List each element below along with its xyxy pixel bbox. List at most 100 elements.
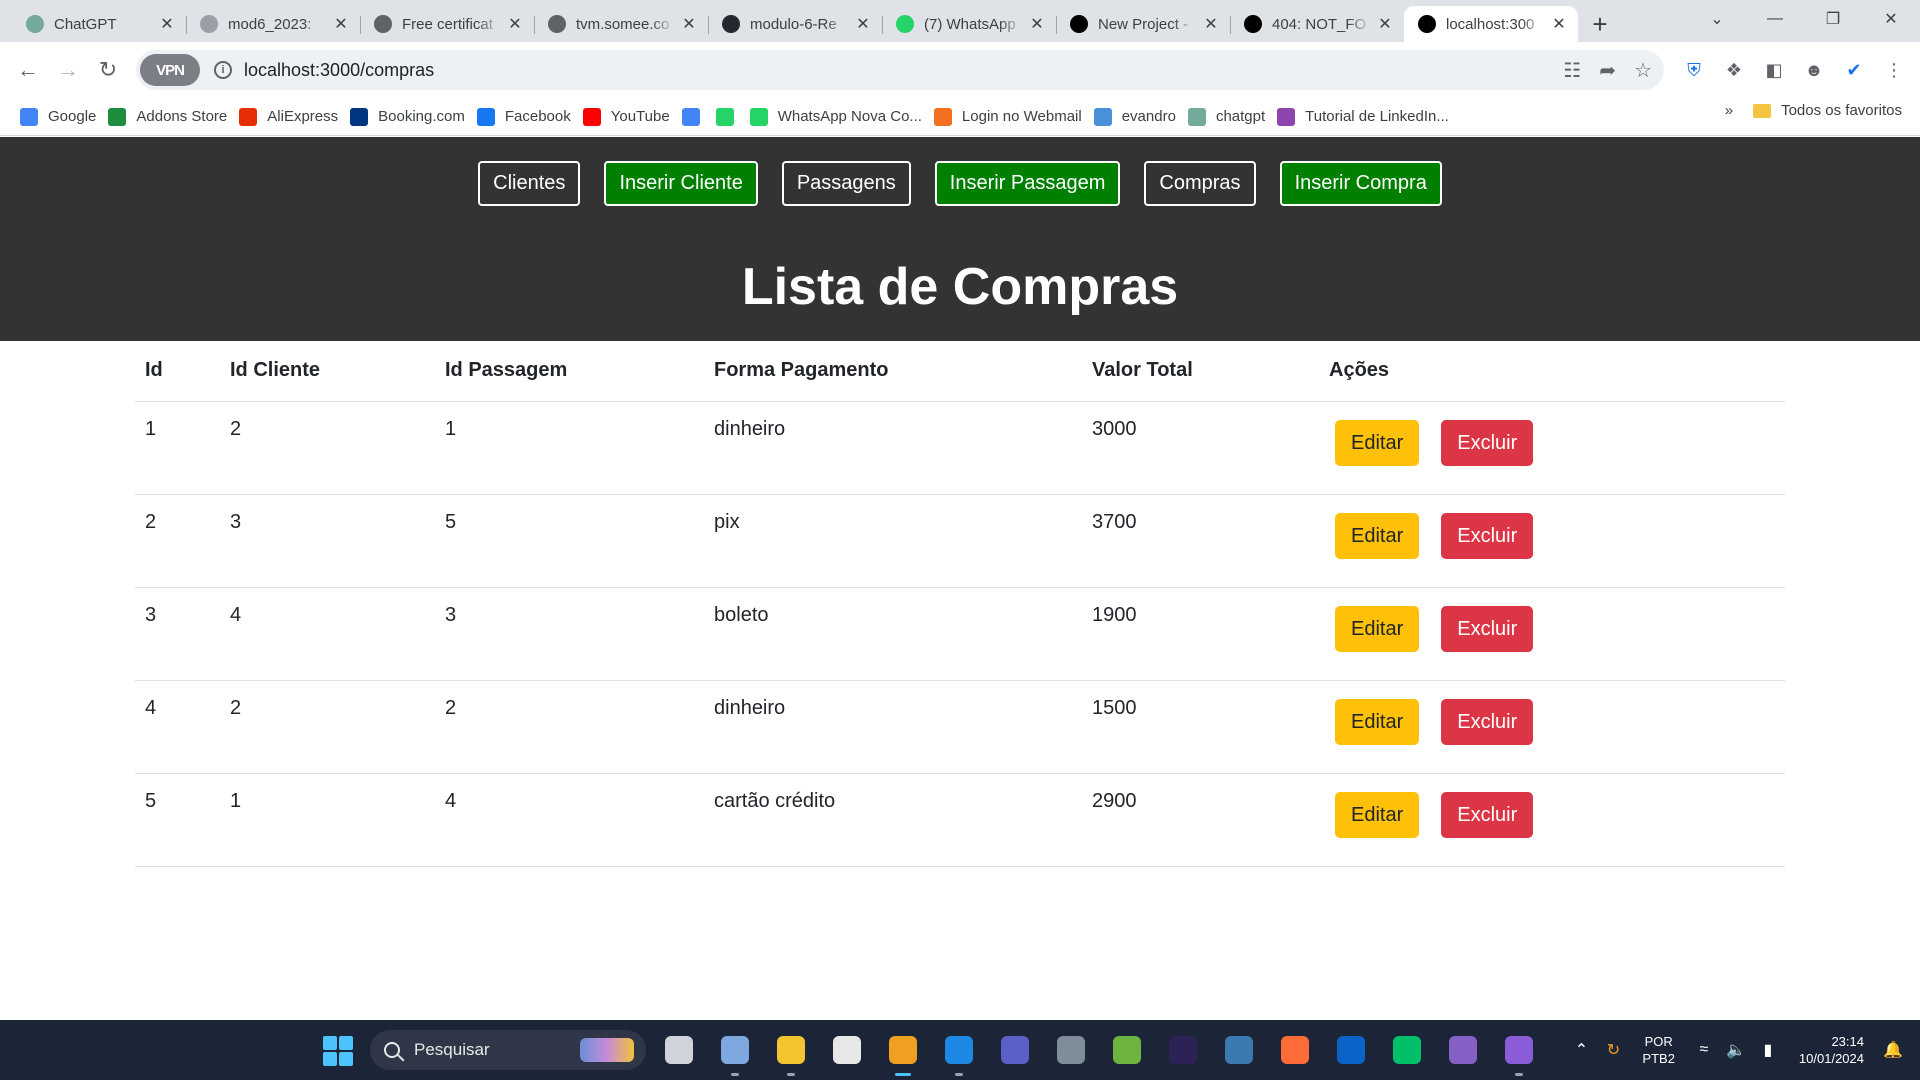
delete-button[interactable]: Excluir [1441,419,1534,466]
close-icon[interactable]: ✕ [1376,14,1394,34]
new-tab-button[interactable]: + [1582,6,1618,42]
bookmark-item[interactable]: WhatsApp Nova Co... [748,102,932,132]
delete-button[interactable]: Excluir [1441,512,1534,559]
bookmark-item[interactable]: Login no Webmail [932,102,1092,132]
bookmark-item[interactable]: AliExpress [237,102,348,132]
close-icon[interactable]: ✕ [158,14,176,34]
bookmark-item[interactable]: Google [18,102,106,132]
bookmarks-overflow-button[interactable]: » [1725,102,1733,119]
bookmark-item[interactable]: Addons Store [106,102,237,132]
close-icon[interactable]: ✕ [332,14,350,34]
nav-link-compras[interactable]: Compras [1144,161,1256,206]
security-check-icon[interactable]: ✔ [1840,56,1868,84]
browser-tab[interactable]: Free certificat ✕ [360,6,534,42]
browser-tab[interactable]: modulo-6-Re ✕ [708,6,882,42]
share-icon[interactable]: ➦ [1599,58,1616,83]
bookmark-item[interactable]: Tutorial de LinkedIn... [1275,102,1459,132]
browser-tab[interactable]: 404: NOT_FO ✕ [1230,6,1404,42]
eclipse-icon[interactable] [1160,1028,1206,1072]
bookmark-item[interactable] [714,102,748,132]
translate-icon[interactable]: ☷ [1563,58,1581,83]
nav-link-inserir-passagem[interactable]: Inserir Passagem [934,161,1121,206]
outlook-icon[interactable] [1328,1028,1374,1072]
bookmark-item[interactable]: Facebook [475,102,581,132]
media-player-icon[interactable] [1496,1028,1542,1076]
restore-button[interactable]: ❐ [1804,0,1862,38]
language-indicator[interactable]: POR PTB2 [1642,1033,1675,1067]
puzzle-extensions-icon[interactable]: ❖ [1720,56,1748,84]
browser-tab[interactable]: (7) WhatsApp ✕ [882,6,1056,42]
close-icon[interactable]: ✕ [854,14,872,34]
edit-button[interactable]: Editar [1335,512,1420,559]
site-info-icon[interactable]: i [214,61,232,79]
mysql-workbench-icon[interactable] [1216,1028,1262,1072]
bookmark-item[interactable]: YouTube [581,102,680,132]
profile-avatar-icon[interactable]: ☻ [1800,56,1828,84]
close-icon[interactable]: ✕ [1550,14,1568,34]
close-icon[interactable]: ✕ [506,14,524,34]
microsoft-store-icon[interactable] [824,1028,870,1072]
delete-button[interactable]: Excluir [1441,791,1534,838]
browser-tab[interactable]: New Project - ✕ [1056,6,1230,42]
delete-button[interactable]: Excluir [1441,698,1534,745]
webmail-icon [933,107,952,126]
address-bar[interactable]: VPN i localhost:3000/compras ☷ ➦ ☆ [136,50,1664,90]
taskbar-search[interactable]: Pesquisar [370,1030,646,1070]
bookmark-item[interactable] [680,102,714,132]
bookmark-item[interactable]: Booking.com [348,102,475,132]
clock[interactable]: 23:14 10/01/2024 [1799,1033,1864,1067]
minimize-button[interactable]: — [1746,0,1804,38]
snipping-tool-icon[interactable] [712,1028,758,1076]
nav-link-inserir-compra[interactable]: Inserir Compra [1279,161,1442,206]
wifi-icon[interactable]: ≈ [1691,1041,1717,1059]
task-view-icon[interactable] [656,1028,702,1072]
bookmark-star-icon[interactable]: ☆ [1634,58,1652,83]
vscode-icon[interactable] [936,1028,982,1076]
nav-link-clientes[interactable]: Clientes [478,161,581,206]
battery-icon[interactable]: ▮ [1755,1040,1781,1060]
browser-tab[interactable]: tvm.somee.co ✕ [534,6,708,42]
browser-tab[interactable]: localhost:300 ✕ [1404,6,1578,42]
edit-button[interactable]: Editar [1335,791,1420,838]
windows-start-icon[interactable] [323,1036,353,1066]
file-explorer-icon[interactable] [768,1028,814,1076]
visual-studio-icon[interactable] [1440,1028,1486,1072]
close-icon[interactable]: ✕ [1202,14,1220,34]
edit-button[interactable]: Editar [1335,698,1420,745]
sync-icon[interactable]: ↻ [1600,1040,1626,1060]
volume-icon[interactable]: 🔈 [1723,1040,1749,1060]
vpn-badge-icon[interactable]: VPN [140,54,200,86]
bookmark-label: WhatsApp Nova Co... [777,108,922,125]
postman-icon[interactable] [1272,1028,1318,1072]
shield-extension-icon[interactable]: ⛨ [1680,56,1708,84]
spring-tools-icon[interactable] [1104,1028,1150,1072]
url-text[interactable]: localhost:3000/compras [244,60,434,81]
notification-bell-icon[interactable]: 🔔 [1880,1040,1906,1060]
menu-kebab-icon[interactable]: ⋮ [1880,56,1908,84]
browser-tab[interactable]: mod6_2023: ✕ [186,6,360,42]
edit-button[interactable]: Editar [1335,419,1420,466]
bookmark-item[interactable]: evandro [1092,102,1186,132]
nav-link-passagens[interactable]: Passagens [781,161,911,206]
back-arrow-icon[interactable]: ← [8,50,48,90]
mongodb-compass-icon[interactable] [1384,1028,1430,1072]
mysql-workbench-icon-glyph [1225,1036,1253,1064]
tab-search-chevron-icon[interactable]: ⌄ [1688,0,1746,38]
close-icon[interactable]: ✕ [1028,14,1046,34]
calculator-icon[interactable] [1048,1028,1094,1072]
bookmark-label: evandro [1121,108,1176,125]
forward-arrow-icon[interactable]: → [48,50,88,90]
chevron-up-icon[interactable]: ⌃ [1568,1040,1594,1060]
brave-browser-icon[interactable] [880,1028,926,1076]
all-bookmarks-button[interactable]: Todos os favoritos [1753,102,1902,119]
edit-button[interactable]: Editar [1335,605,1420,652]
reload-icon[interactable]: ↻ [88,50,128,90]
side-panel-icon[interactable]: ◧ [1760,56,1788,84]
delete-button[interactable]: Excluir [1441,605,1534,652]
browser-tab[interactable]: ChatGPT ✕ [12,6,186,42]
close-window-button[interactable]: ✕ [1862,0,1920,38]
teams-icon[interactable] [992,1028,1038,1072]
close-icon[interactable]: ✕ [680,14,698,34]
bookmark-item[interactable]: chatgpt [1186,102,1275,132]
nav-link-inserir-cliente[interactable]: Inserir Cliente [604,161,758,206]
